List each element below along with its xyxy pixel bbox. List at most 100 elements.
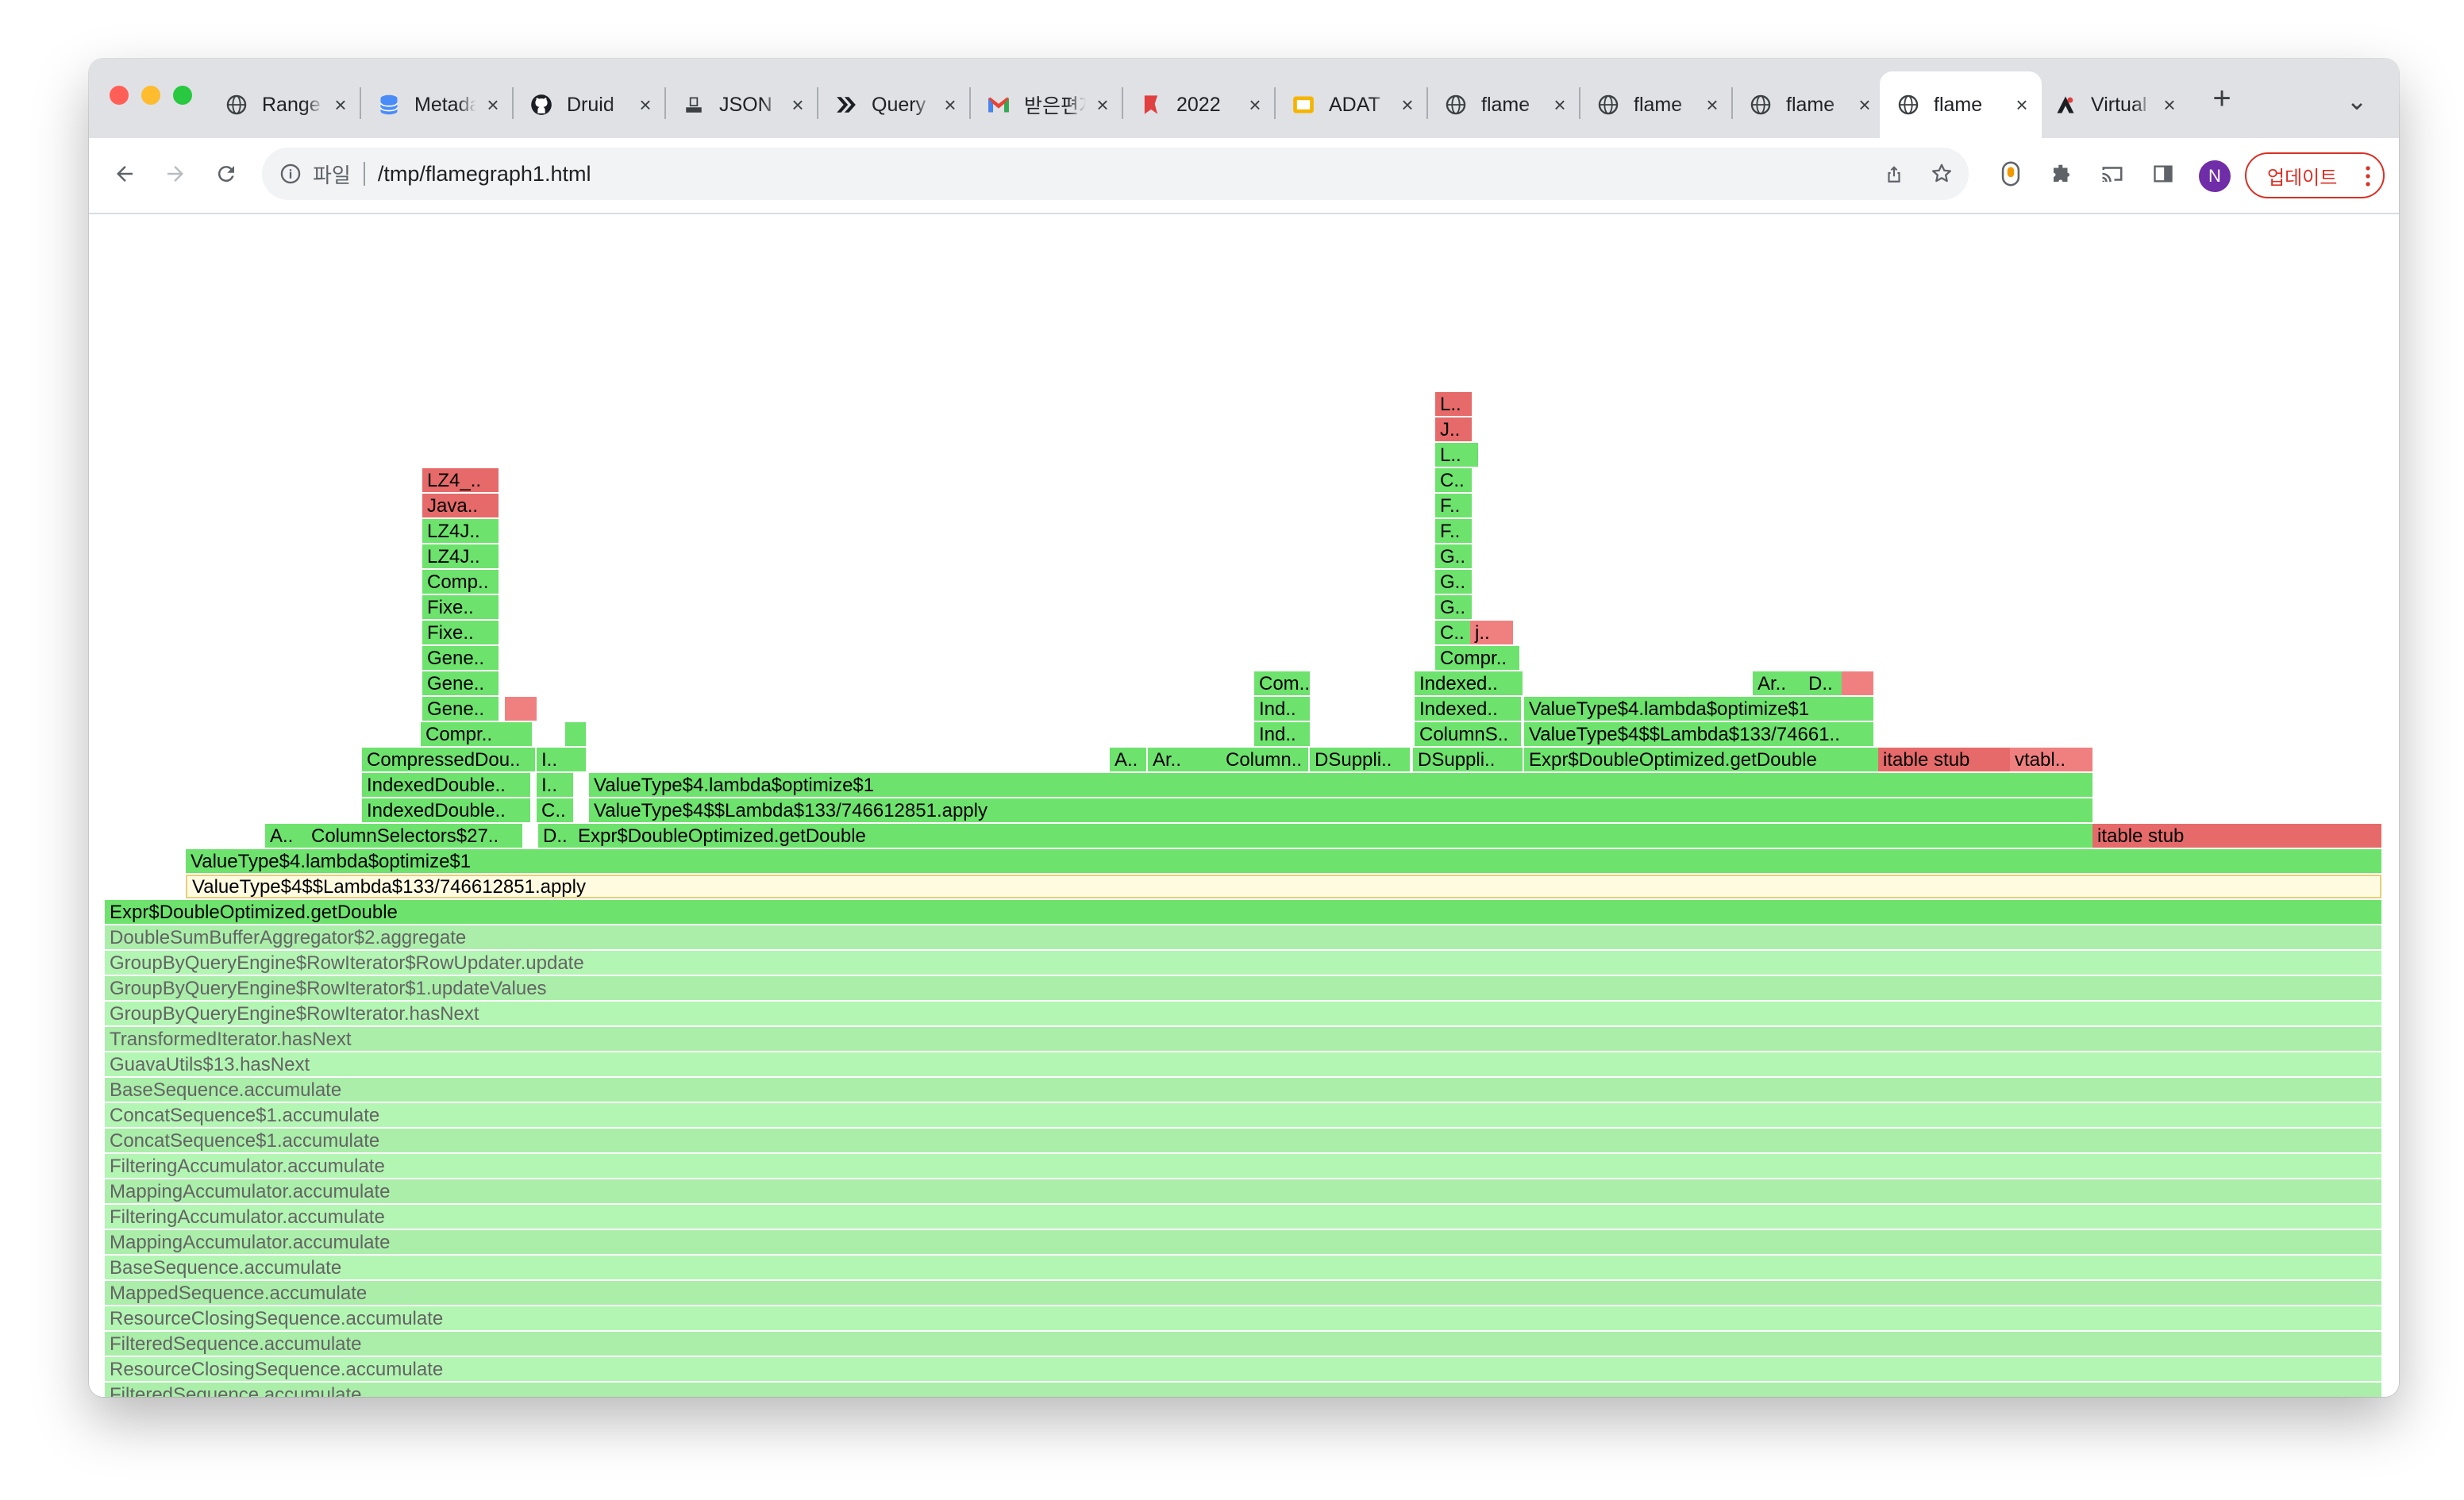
tab-close-icon[interactable]: ×	[1853, 93, 1877, 117]
flame-frame[interactable]: J..	[1435, 417, 1472, 441]
tab-virtual-12[interactable]: Virtual ×	[2037, 71, 2189, 138]
flame-frame[interactable]: Comp..	[422, 570, 499, 594]
flame-frame[interactable]: L..	[1472, 443, 1478, 467]
stack-row[interactable]: ResourceClosingSequence.accumulate	[105, 1357, 2381, 1381]
extensions-button[interactable]	[2042, 154, 2081, 194]
tab-flame-10[interactable]: flame ×	[1732, 71, 1885, 138]
stack-row[interactable]: FilteringAccumulator.accumulate	[105, 1205, 2381, 1229]
bookmark-star-icon[interactable]	[1926, 158, 1958, 190]
flame-frame[interactable]: Compr..	[1435, 646, 1519, 670]
flame-frame[interactable]: G..	[1435, 570, 1472, 594]
tab-druid-2[interactable]: Druid ×	[513, 71, 665, 138]
flame-frame[interactable]: I..	[537, 773, 573, 797]
tab-flame-8[interactable]: flame ×	[1427, 71, 1580, 138]
flame-frame[interactable]: LZ4_..	[422, 468, 499, 492]
stack-row[interactable]: MappingAccumulator.accumulate	[105, 1230, 2381, 1254]
stack-row[interactable]: GroupByQueryEngine$RowIterator$1.updateV…	[105, 976, 2381, 1000]
tab-close-icon[interactable]: ×	[2158, 93, 2181, 117]
flame-frame[interactable]	[1189, 748, 1224, 771]
flame-frame[interactable]: Expr$DoubleOptimized.getDouble	[573, 824, 2092, 848]
cast-button[interactable]	[2092, 154, 2132, 194]
tab-2022-6[interactable]: 2022 ×	[1122, 71, 1275, 138]
flame-frame[interactable]: itable stub	[2092, 824, 2381, 848]
flame-frame[interactable]: G..	[1435, 595, 1472, 619]
flame-frame[interactable]: ValueType$4.lambda$optimize$1	[186, 849, 2381, 873]
tab-query-4[interactable]: Query ×	[818, 71, 970, 138]
profile-avatar[interactable]: N	[2199, 160, 2231, 192]
stack-row[interactable]: ConcatSequence$1.accumulate	[105, 1103, 2381, 1127]
flame-frame[interactable]: Gene..	[422, 697, 499, 721]
stack-row[interactable]: MappedSequence.accumulate	[105, 1281, 2381, 1305]
stack-row[interactable]: BaseSequence.accumulate	[105, 1078, 2381, 1102]
tab-close-icon[interactable]: ×	[1091, 93, 1115, 117]
flame-frame[interactable]: LZ4J..	[422, 519, 499, 543]
tab-close-icon[interactable]: ×	[1396, 93, 1419, 117]
maximize-window-button[interactable]	[173, 86, 192, 105]
flame-frame[interactable]: F..	[1435, 519, 1472, 543]
flame-frame[interactable]: C..	[1435, 468, 1472, 492]
tab-close-icon[interactable]: ×	[938, 93, 962, 117]
stack-row[interactable]: DoubleSumBufferAggregator$2.aggregate	[105, 925, 2381, 949]
back-button[interactable]	[105, 154, 144, 194]
tab-metadata-1[interactable]: Metadata×	[360, 71, 513, 138]
tab-close-icon[interactable]: ×	[329, 93, 352, 117]
flame-frame[interactable]: CompressedDou..	[362, 748, 535, 771]
stack-row[interactable]: ResourceClosingSequence.accumulate	[105, 1306, 2381, 1330]
stack-row[interactable]: MappingAccumulator.accumulate	[105, 1179, 2381, 1203]
flame-frame[interactable]: A..	[265, 824, 306, 848]
flame-frame[interactable]: Gene..	[422, 671, 499, 695]
tab-flame-11[interactable]: flame ×	[1880, 71, 2042, 138]
close-window-button[interactable]	[110, 86, 129, 105]
flame-frame[interactable]: Compr..	[421, 722, 532, 746]
tab-json-3[interactable]: JSON ×	[665, 71, 818, 138]
flame-frame[interactable]: Indexed..	[1415, 697, 1521, 721]
flame-frame[interactable]: DSuppli..	[1310, 748, 1410, 771]
share-icon[interactable]	[1878, 158, 1910, 190]
tab-close-icon[interactable]: ×	[481, 93, 505, 117]
flame-frame[interactable]: LZ4J..	[422, 544, 499, 568]
flame-frame[interactable]: D..	[1804, 671, 1842, 695]
flame-frame[interactable]: Ar..	[1148, 748, 1195, 771]
flame-frame[interactable]: Fixe..	[422, 621, 499, 644]
flame-frame[interactable]	[505, 697, 537, 721]
flame-frame[interactable]: G..	[1435, 544, 1472, 568]
flame-frame[interactable]: itable stub	[1878, 748, 2010, 771]
flame-frame[interactable]: Indexed..	[1415, 671, 1523, 695]
stack-row[interactable]: FilteredSequence.accumulate	[105, 1383, 2381, 1397]
flame-frame[interactable]: ColumnSelectors$27..	[306, 824, 522, 848]
flame-frame[interactable]: F..	[1435, 494, 1472, 517]
flame-frame[interactable]	[565, 748, 586, 771]
flame-frame[interactable]: Gene..	[422, 646, 499, 670]
flame-frame[interactable]: ColumnS..	[1415, 722, 1521, 746]
flame-frame[interactable]: IndexedDouble..	[362, 798, 530, 822]
flame-frame[interactable]: IndexedDouble..	[362, 773, 530, 797]
tab---5[interactable]: 받은편지함×	[970, 71, 1122, 138]
tab-close-icon[interactable]: ×	[786, 93, 810, 117]
flame-frame[interactable]: Ind..	[1254, 697, 1310, 721]
address-bar[interactable]: 파일 /tmp/flamegraph1.html	[262, 148, 1969, 200]
tab-close-icon[interactable]: ×	[1548, 93, 1572, 117]
minimize-window-button[interactable]	[141, 86, 160, 105]
flame-frame[interactable]: A..	[1110, 748, 1146, 771]
stack-row[interactable]: GroupByQueryEngine$RowIterator.hasNext	[105, 1002, 2381, 1025]
stack-row[interactable]: GroupByQueryEngine$RowIterator$RowUpdate…	[105, 951, 2381, 975]
stack-row[interactable]: TransformedIterator.hasNext	[105, 1027, 2381, 1051]
stack-row[interactable]: BaseSequence.accumulate	[105, 1256, 2381, 1279]
tab-range-0[interactable]: Range ×	[208, 71, 360, 138]
flame-frame[interactable]: Ind..	[1254, 722, 1310, 746]
flame-frame[interactable]: ValueType$4$$Lambda$133/746612851.apply	[186, 875, 2381, 898]
forward-button[interactable]	[156, 154, 195, 194]
update-button[interactable]: 업데이트	[2245, 152, 2385, 198]
flame-frame[interactable]: Ar..	[1753, 671, 1804, 695]
flame-frame[interactable]	[565, 722, 586, 746]
flame-frame[interactable]: L..	[1435, 443, 1472, 467]
extension-button[interactable]	[1991, 154, 2031, 194]
flame-frame[interactable]: Com..	[1254, 671, 1310, 695]
reload-button[interactable]	[206, 154, 246, 194]
flame-frame[interactable]: C..	[1435, 621, 1472, 644]
flame-frame[interactable]: vtabl..	[2010, 748, 2092, 771]
stack-row[interactable]: FilteredSequence.accumulate	[105, 1332, 2381, 1356]
flame-frame[interactable]	[1842, 671, 1873, 695]
flame-frame[interactable]: DSuppli..	[1413, 748, 1523, 771]
tab-search-button[interactable]: ⌄	[2337, 81, 2377, 121]
